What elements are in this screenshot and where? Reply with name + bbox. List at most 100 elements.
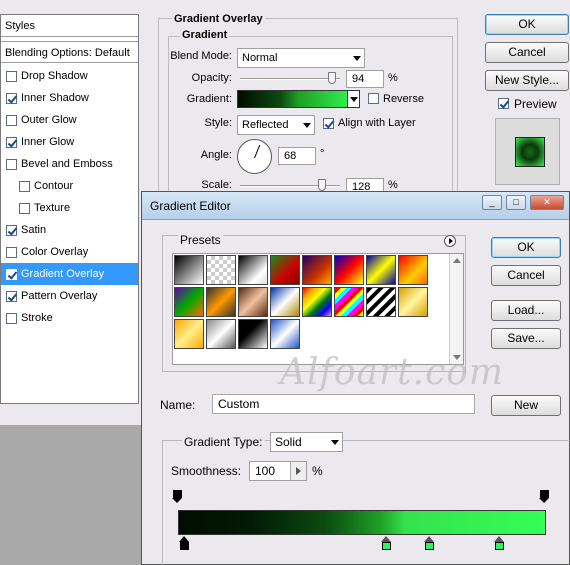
angle-unit: °: [320, 148, 325, 160]
style-item-drop-shadow[interactable]: Drop Shadow: [1, 65, 138, 87]
preset-swatch[interactable]: [206, 319, 236, 349]
chevron-down-icon: [353, 56, 361, 61]
texture-checkbox[interactable]: [19, 202, 30, 214]
preset-swatch[interactable]: [366, 255, 396, 285]
inner-glow-checkbox[interactable]: [6, 136, 17, 148]
name-input[interactable]: Custom: [212, 394, 475, 414]
angle-input[interactable]: 68: [278, 147, 316, 165]
bevel-emboss-checkbox[interactable]: [6, 158, 17, 170]
styles-header[interactable]: Styles: [1, 15, 138, 37]
cancel-button[interactable]: Cancel: [485, 42, 569, 63]
preset-swatch[interactable]: [206, 287, 236, 317]
preset-swatch[interactable]: [302, 255, 332, 285]
align-with-layer-checkbox[interactable]: [323, 118, 334, 129]
style-select[interactable]: Reflected: [237, 115, 315, 135]
preset-swatch[interactable]: [270, 319, 300, 349]
style-item-pattern-overlay[interactable]: Pattern Overlay: [1, 285, 138, 307]
satin-checkbox[interactable]: [6, 224, 17, 236]
ge-save-button[interactable]: Save...: [491, 328, 561, 349]
preset-scrollbar[interactable]: [449, 254, 463, 364]
style-item-color-overlay[interactable]: Color Overlay: [1, 241, 138, 263]
gradient-editor-titlebar[interactable]: Gradient Editor _ □ ✕: [142, 192, 569, 220]
style-item-satin[interactable]: Satin: [1, 219, 138, 241]
preset-swatch[interactable]: [238, 319, 268, 349]
contour-checkbox[interactable]: [19, 180, 30, 192]
preset-swatch[interactable]: [366, 287, 396, 317]
preset-swatch[interactable]: [398, 287, 428, 317]
preset-swatch[interactable]: [238, 255, 268, 285]
close-icon[interactable]: ✕: [530, 195, 564, 210]
ok-button[interactable]: OK: [485, 14, 569, 35]
smoothness-input[interactable]: 100: [249, 461, 307, 481]
minimize-icon[interactable]: _: [482, 195, 502, 210]
style-value: Reflected: [242, 119, 289, 131]
gradient-preview-bar[interactable]: [178, 510, 546, 535]
blend-mode-select[interactable]: Normal: [237, 48, 365, 68]
presets-label: Presets: [178, 233, 223, 247]
new-style-button[interactable]: New Style...: [485, 70, 569, 91]
gradient-overlay-checkbox[interactable]: [6, 268, 17, 280]
blend-mode-label: Blend Mode:: [170, 50, 232, 62]
opacity-stop-box: [173, 490, 182, 498]
scale-slider[interactable]: [240, 179, 340, 191]
angle-dial[interactable]: [237, 139, 272, 174]
color-stop[interactable]: [179, 536, 190, 550]
angle-needle: [254, 144, 261, 159]
preset-swatch[interactable]: [174, 287, 204, 317]
opacity-stop-pointer: [172, 498, 182, 503]
reverse-checkbox[interactable]: [368, 93, 379, 104]
drop-shadow-checkbox[interactable]: [6, 70, 17, 82]
color-overlay-checkbox[interactable]: [6, 246, 17, 258]
color-stop[interactable]: [494, 536, 505, 550]
style-item-inner-glow[interactable]: Inner Glow: [1, 131, 138, 153]
preview-checkbox[interactable]: [498, 98, 509, 109]
smoothness-arrow-icon[interactable]: [290, 462, 306, 480]
style-item-label: Contour: [34, 180, 74, 192]
style-item-gradient-overlay[interactable]: Gradient Overlay: [1, 263, 138, 285]
ge-load-button[interactable]: Load...: [491, 300, 561, 321]
opacity-input[interactable]: 94: [346, 70, 384, 88]
preset-swatch[interactable]: [270, 287, 300, 317]
color-stop[interactable]: [381, 536, 392, 550]
preset-swatch[interactable]: [174, 319, 204, 349]
ge-cancel-button[interactable]: Cancel: [491, 265, 561, 286]
gradient-dropdown-button[interactable]: [347, 91, 359, 107]
stroke-checkbox[interactable]: [6, 312, 17, 324]
color-stop[interactable]: [424, 536, 435, 550]
pattern-overlay-checkbox[interactable]: [6, 290, 17, 302]
preset-swatch[interactable]: [398, 255, 428, 285]
style-item-inner-shadow[interactable]: Inner Shadow: [1, 87, 138, 109]
ge-new-button[interactable]: New: [491, 395, 561, 416]
gradient-type-select[interactable]: Solid: [270, 432, 343, 452]
preset-swatch[interactable]: [174, 255, 204, 285]
maximize-icon[interactable]: □: [506, 195, 526, 210]
preset-swatch[interactable]: [302, 287, 332, 317]
style-item-texture[interactable]: Texture: [1, 197, 138, 219]
style-item-contour[interactable]: Contour: [1, 175, 138, 197]
scroll-up-icon[interactable]: [453, 258, 461, 263]
preset-swatch[interactable]: [206, 255, 236, 285]
style-item-stroke[interactable]: Stroke: [1, 307, 138, 329]
gradient-picker[interactable]: [237, 90, 360, 108]
opacity-slider-thumb[interactable]: [328, 72, 336, 84]
opacity-slider[interactable]: [240, 72, 340, 84]
style-item-outer-glow[interactable]: Outer Glow: [1, 109, 138, 131]
name-label: Name:: [160, 398, 196, 412]
inner-shadow-checkbox[interactable]: [6, 92, 17, 104]
chevron-down-icon: [350, 97, 358, 102]
gradient-type-value: Solid: [275, 435, 302, 449]
preset-swatch[interactable]: [270, 255, 300, 285]
presets-menu-icon[interactable]: [444, 235, 456, 247]
ge-ok-button[interactable]: OK: [491, 237, 561, 258]
preset-swatch[interactable]: [334, 255, 364, 285]
preset-swatch[interactable]: [238, 287, 268, 317]
smoothness-unit: %: [312, 464, 323, 478]
style-item-bevel-emboss[interactable]: Bevel and Emboss: [1, 153, 138, 175]
scale-slider-thumb[interactable]: [318, 179, 326, 191]
opacity-stop-right[interactable]: [539, 490, 550, 504]
reverse-label: Reverse: [383, 93, 424, 105]
preset-swatch[interactable]: [334, 287, 364, 317]
outer-glow-checkbox[interactable]: [6, 114, 17, 126]
opacity-stop-left[interactable]: [172, 490, 183, 504]
blending-options-item[interactable]: Blending Options: Default: [1, 41, 138, 63]
